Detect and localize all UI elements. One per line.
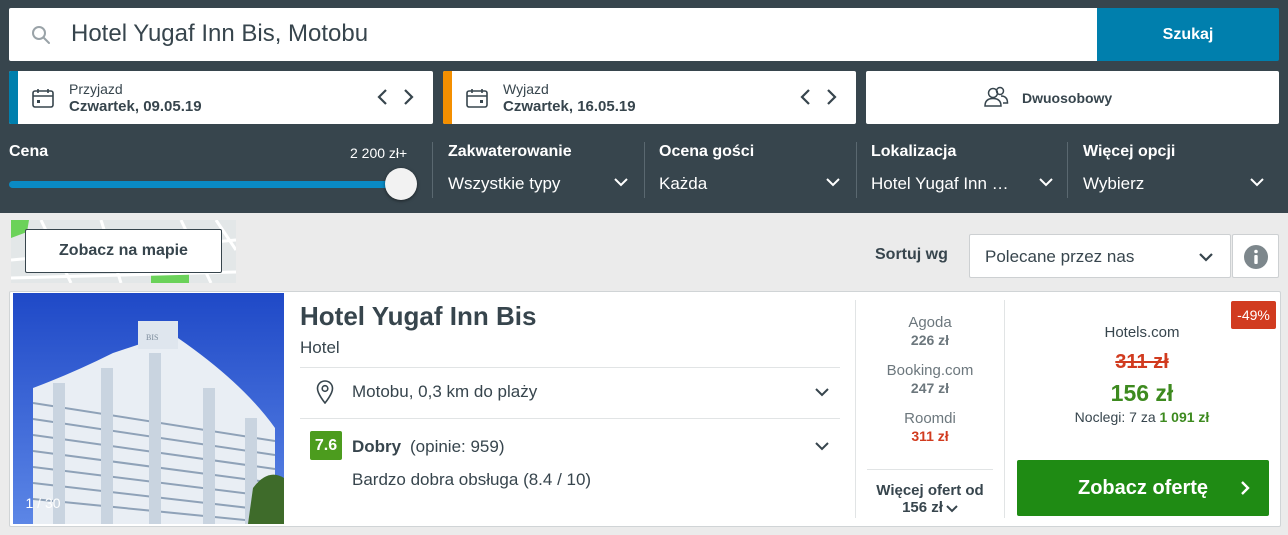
calendar-icon [32, 89, 54, 108]
more-offers-link[interactable]: Więcej ofert od 156 zł [867, 482, 993, 516]
filter-divider [856, 142, 857, 198]
divider [300, 367, 840, 368]
price-max-label: 2 200 zł+ [350, 145, 408, 161]
checkout-field[interactable]: Wyjazd Czwartek, 16.05.19 [443, 71, 856, 124]
accommodation-filter-title: Zakwaterowanie [448, 143, 572, 160]
search-button[interactable]: Szukaj [1097, 8, 1279, 61]
rating-count: (opinie: 959) [410, 437, 505, 456]
column-divider [1004, 300, 1005, 518]
divider [300, 418, 840, 419]
offer-site-roomdi[interactable]: Roomdi [856, 410, 1004, 427]
chevron-right-icon[interactable] [823, 87, 839, 107]
checkin-accent [9, 71, 18, 124]
original-price: 311 zł [1006, 351, 1278, 374]
accommodation-filter-dropdown[interactable]: Wszystkie typy [448, 174, 560, 194]
more-options-title: Więcej opcji [1083, 143, 1176, 160]
price-slider-handle[interactable] [385, 168, 417, 200]
offer-price-agoda[interactable]: 226 zł [856, 332, 1004, 348]
room-type-selector[interactable]: Dwuosobowy [866, 71, 1279, 124]
room-type-label: Dwuosobowy [1022, 90, 1113, 106]
offer-price-booking[interactable]: 247 zł [856, 380, 1004, 396]
rating-score-badge: 7.6 [310, 431, 342, 460]
offer-site-booking[interactable]: Booking.com [856, 362, 1004, 379]
calendar-icon [466, 89, 488, 108]
view-deal-label: Zobacz ofertę [1077, 476, 1209, 499]
best-price: 156 zł [1110, 380, 1174, 406]
search-input[interactable]: Hotel Yugaf Inn Bis, Motobu [9, 8, 1097, 61]
checkin-date: Czwartek, 09.05.19 [69, 98, 202, 115]
original-price-value: 311 zł [1115, 351, 1169, 373]
chevron-down-icon[interactable] [814, 440, 830, 452]
location-filter-title: Lokalizacja [871, 143, 957, 160]
chevron-down-icon[interactable] [825, 176, 841, 188]
filter-divider [432, 142, 433, 198]
sort-info-button[interactable] [1232, 234, 1279, 278]
chevron-down-icon [1199, 253, 1213, 262]
filter-divider [1067, 142, 1068, 198]
chevron-down-icon[interactable] [814, 386, 830, 398]
best-offer-site: Hotels.com [1104, 324, 1180, 341]
checkin-field[interactable]: Przyjazd Czwartek, 09.05.19 [9, 71, 433, 124]
filter-divider [644, 142, 645, 198]
chevron-right-icon [1241, 481, 1250, 495]
chevron-down-icon[interactable] [613, 176, 629, 188]
info-icon [1244, 245, 1268, 269]
search-icon [32, 26, 50, 44]
hotel-type: Hotel [300, 338, 340, 357]
stay-total-price: 1 091 zł [1159, 409, 1210, 425]
location-filter-dropdown[interactable]: Hotel Yugaf Inn … [871, 174, 1009, 194]
hotel-name[interactable]: Hotel Yugaf Inn Bis [300, 301, 536, 332]
rating-detail: Bardzo dobra obsługa (8.4 / 10) [352, 470, 592, 489]
chevron-down-icon[interactable] [1249, 176, 1265, 188]
sort-dropdown[interactable]: Polecane przez nas [969, 234, 1231, 278]
chevron-left-icon[interactable] [798, 87, 814, 107]
sort-label: Sortuj wg [875, 246, 948, 263]
rating-filter-dropdown[interactable]: Każda [659, 174, 707, 194]
offer-site-agoda[interactable]: Agoda [856, 314, 1004, 331]
rating-label: Dobry [352, 437, 402, 456]
stay-total-prefix: Noclegi: 7 za [1074, 409, 1156, 425]
svg-text:BIS: BIS [146, 333, 158, 342]
checkin-label: Przyjazd [69, 81, 123, 97]
show-on-map-button[interactable]: Zobacz na mapie [25, 229, 222, 273]
photo-counter: 1 / 30 [25, 495, 61, 511]
more-offers-text: Więcej ofert od [876, 482, 984, 499]
chevron-down-icon [946, 504, 958, 512]
guests-icon [984, 86, 1009, 107]
offer-price-roomdi[interactable]: 311 zł [856, 428, 1004, 444]
hotel-location: Motobu, 0,3 km do plaży [352, 382, 538, 401]
rating-filter-title: Ocena gości [659, 143, 755, 160]
price-filter-title: Cena [9, 143, 49, 160]
checkout-date: Czwartek, 16.05.19 [503, 98, 636, 115]
search-query[interactable]: Hotel Yugaf Inn Bis, Motobu [71, 20, 368, 48]
checkout-accent [443, 71, 452, 124]
view-deal-button[interactable]: Zobacz ofertę [1017, 460, 1269, 516]
sort-selected-value: Polecane przez nas [985, 247, 1135, 266]
stay-total: Noclegi: 7 za 1 091 zł [1006, 409, 1278, 425]
chevron-left-icon[interactable] [375, 87, 391, 107]
location-pin-icon [316, 380, 334, 404]
divider [867, 469, 993, 470]
more-options-dropdown[interactable]: Wybierz [1083, 174, 1144, 194]
more-offers-price: 156 zł [902, 499, 943, 516]
chevron-down-icon[interactable] [1038, 176, 1054, 188]
checkout-label: Wyjazd [503, 81, 549, 97]
chevron-right-icon[interactable] [400, 87, 416, 107]
price-slider-track[interactable] [9, 181, 401, 188]
